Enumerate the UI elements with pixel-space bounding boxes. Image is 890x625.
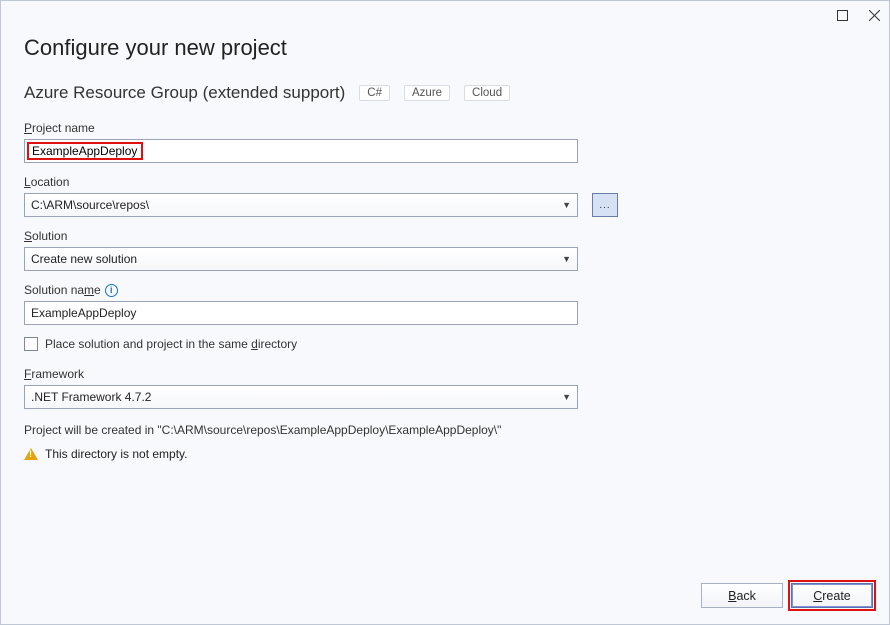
solution-name-input[interactable] (24, 301, 578, 325)
location-label: Location (24, 175, 866, 189)
footer-buttons: Back Create (701, 583, 873, 608)
tag-azure: Azure (404, 85, 450, 101)
subtitle-row: Azure Resource Group (extended support) … (24, 83, 866, 103)
warning-text: This directory is not empty. (45, 447, 188, 461)
template-name: Azure Resource Group (extended support) (24, 83, 345, 103)
page-title: Configure your new project (24, 35, 866, 61)
project-name-label: Project name (24, 121, 866, 135)
creation-path-summary: Project will be created in "C:\ARM\sourc… (24, 423, 866, 437)
solution-label: Solution (24, 229, 866, 243)
maximize-icon[interactable] (835, 8, 849, 22)
tag-csharp: C# (359, 85, 390, 101)
solution-value: Create new solution (31, 252, 137, 266)
project-name-highlight: ExampleAppDeploy (27, 142, 143, 160)
same-directory-checkbox[interactable] (24, 337, 38, 351)
project-name-input[interactable]: ExampleAppDeploy (24, 139, 578, 163)
solution-combo[interactable]: Create new solution ▼ (24, 247, 578, 271)
back-button[interactable]: Back (701, 583, 783, 608)
close-icon[interactable] (867, 8, 881, 22)
info-icon[interactable]: i (105, 284, 118, 297)
solution-name-group: Solution name i (24, 283, 866, 325)
solution-name-label: Solution name i (24, 283, 866, 297)
create-button[interactable]: Create (791, 583, 873, 608)
solution-group: Solution Create new solution ▼ (24, 229, 866, 271)
same-directory-label: Place solution and project in the same d… (45, 337, 297, 351)
location-combo[interactable]: C:\ARM\source\repos\ ▼ (24, 193, 578, 217)
framework-combo[interactable]: .NET Framework 4.7.2 ▼ (24, 385, 578, 409)
chevron-down-icon: ▼ (562, 392, 571, 402)
same-directory-row: Place solution and project in the same d… (24, 337, 866, 351)
framework-group: Framework .NET Framework 4.7.2 ▼ (24, 367, 866, 409)
browse-button[interactable]: ... (592, 193, 618, 217)
dialog-window: Configure your new project Azure Resourc… (0, 0, 890, 625)
tag-cloud: Cloud (464, 85, 510, 101)
project-name-value: ExampleAppDeploy (32, 144, 137, 158)
framework-label: Framework (24, 367, 866, 381)
warning-row: This directory is not empty. (24, 447, 866, 461)
project-name-group: Project name ExampleAppDeploy (24, 121, 866, 163)
chevron-down-icon: ▼ (562, 200, 571, 210)
content-area: Configure your new project Azure Resourc… (1, 29, 889, 461)
framework-value: .NET Framework 4.7.2 (31, 390, 151, 404)
location-value: C:\ARM\source\repos\ (31, 198, 149, 212)
chevron-down-icon: ▼ (562, 254, 571, 264)
warning-icon (24, 448, 38, 460)
titlebar (1, 1, 889, 29)
location-group: Location C:\ARM\source\repos\ ▼ ... (24, 175, 866, 217)
